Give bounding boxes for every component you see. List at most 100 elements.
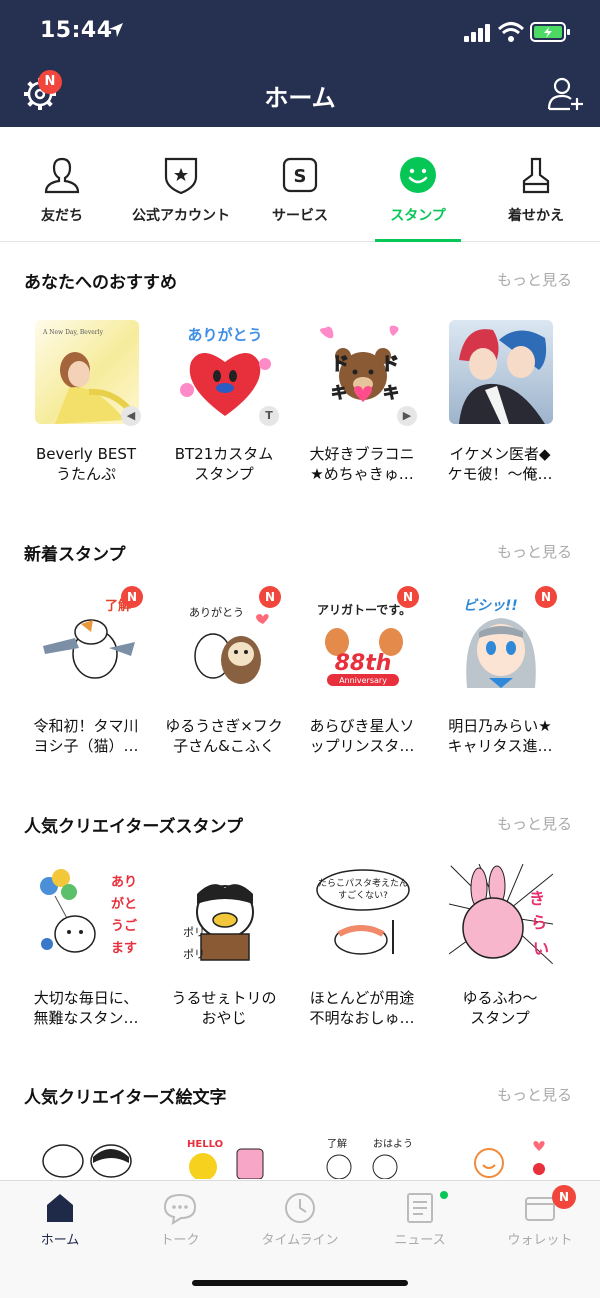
greeting-emoji-art: 了解 おはよう [326,1137,413,1179]
tab-services[interactable]: S サービス [240,127,360,242]
see-more-link[interactable]: もっと見る [497,813,572,834]
brush-icon [522,157,550,194]
anniversary-mascots-art: アリガトーです。 88th Anniversary [317,602,411,686]
page-title: ホーム [264,84,336,112]
nav-home[interactable]: ホーム [0,1181,120,1261]
sticker-name: イケメン医者◆ ケモ彼！～俺… [447,445,553,483]
sticker-name: あらびき星人ソ ップリンスタ… [309,717,415,755]
battery-charging-icon [530,22,570,42]
balloon-character-art: あり がと うご ます [40,869,138,956]
svg-text:S: S [294,166,307,187]
new-badge: N [535,586,557,608]
section-title: 人気クリエイターズスタンプ [24,817,243,837]
see-more-link[interactable]: もっと見る [497,269,572,290]
svg-text:ド: ド [381,354,399,375]
add-friend-icon[interactable] [546,76,586,112]
tab-themes[interactable]: 着せかえ [476,127,596,242]
location-arrow-icon [109,23,123,37]
emoji-thumbnail [35,1135,139,1179]
person-icon [44,157,80,194]
emoji-thumbnail: HELLO [173,1135,277,1179]
tab-label: 公式アカウント [132,208,230,224]
tab-label: スタンプ [390,208,446,224]
section-title: 新着スタンプ [24,545,126,565]
emoji-thumbnail [449,1135,553,1179]
tab-label: 友だち [41,208,83,224]
sticker-name: ゆるうさぎ×フク 子さん&こふく [165,717,283,755]
svg-text:あり: あり [111,875,137,890]
nav-news[interactable]: ニュース [360,1181,480,1261]
service-s-icon: S [282,157,318,193]
wifi-icon [498,22,524,42]
sticker-name: Beverly BEST うたんぷ [35,445,137,483]
tab-stickers[interactable]: スタンプ [358,127,478,242]
nav-timeline[interactable]: タイムライン [240,1181,360,1261]
new-badge: N [397,586,419,608]
home-icon [47,1194,73,1222]
status-time: 15:44 [40,18,113,43]
svg-text:ド: ド [331,354,349,375]
anime-doctors-art [459,329,547,424]
sticker-thumbnail: ポリ ポリ [173,864,277,968]
play-icon: ▶ [397,406,417,426]
svg-text:すごくない?: すごくない? [338,889,388,901]
svg-text:がと: がと [111,896,137,912]
wallet-badge: N [552,1185,576,1209]
nav-wallet[interactable]: N ウォレット [480,1181,600,1261]
cellular-signal-icon [464,24,490,42]
svg-text:き: き [529,889,545,908]
nav-label: ウォレット [507,1233,573,1248]
text-sticker-icon: T [259,406,279,426]
section-title: あなたへのおすすめ [24,273,177,293]
svg-text:ポリ: ポリ [183,948,205,961]
sticker-thumbnail: たらこパスタ考えたん すごくない? [311,864,415,968]
sticker-name: うるせぇトリの おやじ [171,989,277,1027]
clock-icon [285,1193,315,1223]
nav-label: ニュース [394,1233,446,1248]
svg-text:うご: うご [111,918,138,934]
status-bar: 15:44 [0,0,600,64]
pink-rabbit-art: き ら い [449,864,553,965]
anime-girl-art: ビシッ!! [463,598,536,688]
section-title: 人気クリエイターズ絵文字 [24,1088,227,1108]
sticker-thumbnail: 了解 [35,592,139,696]
album-caption: A New Day, Beverly [42,329,104,336]
nav-label: ホーム [40,1233,80,1248]
sticker-caption: ビシッ!! [463,598,518,614]
see-more-link[interactable]: もっと見る [497,541,572,562]
speaker-icon: ◀ [121,406,141,426]
cat-with-fish-art: 了解 [43,598,135,679]
sticker-caption: ありがとう [189,605,244,619]
sticker-caption: アリガトーです。 [317,602,411,617]
news-notification-dot [440,1191,448,1199]
svg-text:88th: 88th [335,651,392,676]
tab-official-accounts[interactable]: 公式アカウント [121,127,241,242]
nav-label: タイムライン [261,1233,339,1248]
new-badge: N [259,586,281,608]
emoji-caption: HELLO [187,1139,223,1150]
sticker-thumbnail: あり がと うご ます [35,864,139,968]
emoji-thumbnail: 了解 おはよう [311,1135,415,1179]
svg-text:Anniversary: Anniversary [339,676,387,685]
svg-text:たらこパスタ考えたん: たらこパスタ考えたん [318,878,408,889]
sticker-thumbnail: ありがとう [173,592,277,696]
news-icon [407,1193,433,1223]
tab-friends[interactable]: 友だち [2,127,122,242]
svg-text:ポリ: ポリ [183,926,205,939]
sticker-thumbnail: き ら い [449,864,553,968]
svg-text:ら: ら [531,913,547,932]
tab-label: 着せかえ [508,208,564,224]
nav-talk[interactable]: トーク [120,1181,240,1261]
svg-text:キ: キ [331,383,347,402]
sticker-name: BT21カスタム スタンプ [174,445,274,483]
sticker-thumbnail: ビシッ!! [449,592,553,696]
sticker-caption: ありがとう [187,326,262,344]
sticker-name: ゆるふわ～ スタンプ [462,989,538,1027]
category-tabs: 友だち 公式アカウント S サービス スタンプ 着せかえ [0,127,600,242]
sticker-name: 大好きブラコニ ★めちゃきゅ… [309,445,415,483]
app-header: 15:44 N ホーム [0,0,600,127]
chat-icon [163,1193,197,1225]
active-tab-indicator [375,239,461,242]
see-more-link[interactable]: もっと見る [497,1084,572,1105]
pig-emoji-art [42,1144,132,1178]
